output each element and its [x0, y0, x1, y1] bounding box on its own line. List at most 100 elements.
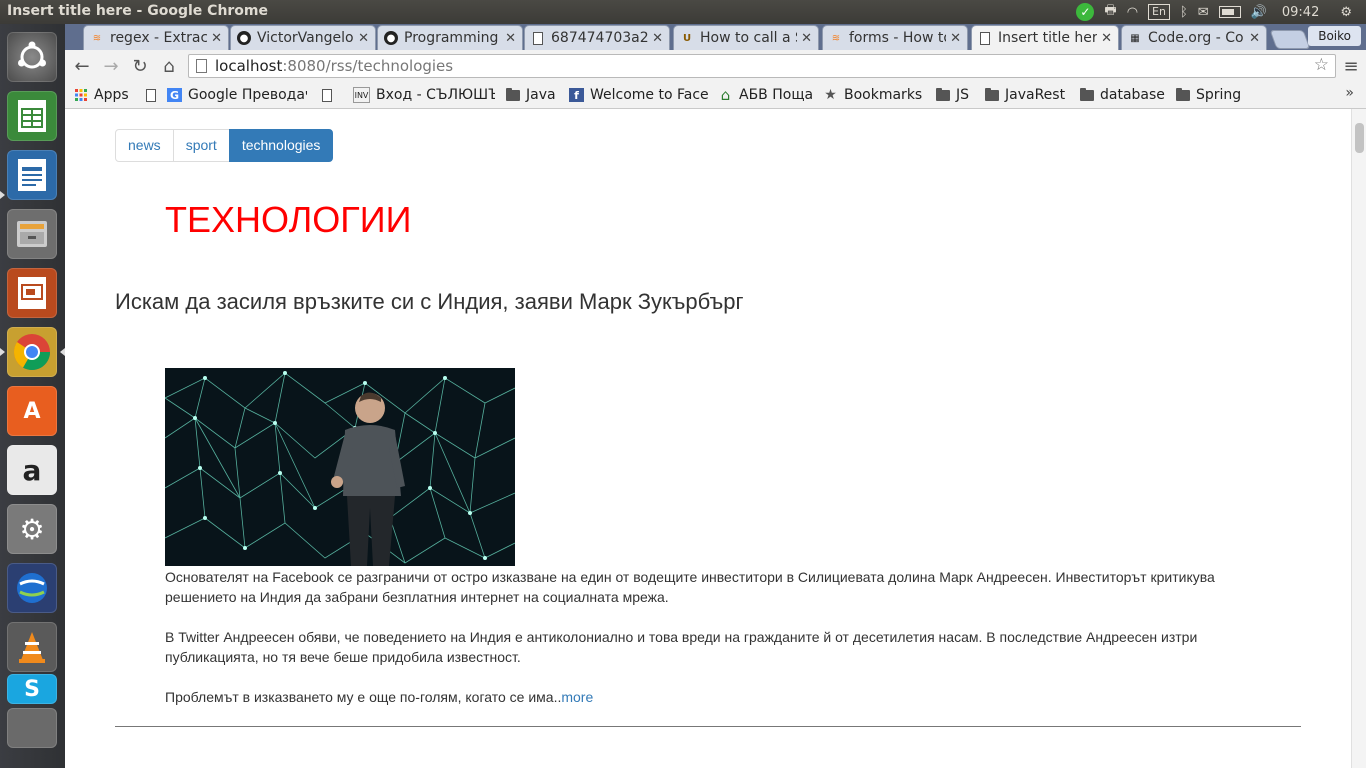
bluetooth-icon[interactable]: ᛒ — [1180, 5, 1188, 20]
printer-icon[interactable]: 🖶 — [1104, 1, 1116, 23]
close-tab-icon[interactable]: ✕ — [211, 31, 222, 46]
page-icon — [319, 88, 334, 102]
close-tab-icon[interactable]: ✕ — [358, 31, 369, 46]
volume-icon[interactable]: 🔊 — [1251, 5, 1267, 20]
system-top-panel: Insert title here - Google Chrome ✓ 🖶 ◠ … — [0, 0, 1366, 24]
power-gear-icon[interactable]: ⚙ — [1340, 5, 1352, 20]
bookmark-folder-java[interactable]: Java — [505, 85, 556, 105]
wifi-icon[interactable]: ◠ — [1127, 5, 1138, 20]
bookmark-label: database — [1100, 87, 1165, 103]
bookmark-page-2[interactable] — [319, 85, 340, 105]
url-text: localhost:8080/rss/technologies — [215, 57, 453, 75]
close-tab-icon[interactable]: ✕ — [1249, 31, 1260, 46]
tab-title: regex - Extract — [110, 30, 208, 46]
page-icon — [978, 31, 992, 45]
vlc-icon[interactable] — [7, 622, 57, 672]
writer-document-icon[interactable] — [7, 150, 57, 200]
sync-ok-icon[interactable]: ✓ — [1076, 3, 1095, 21]
tab-0[interactable]: ≋ regex - Extract ✕ — [83, 25, 229, 50]
bookmark-label: Java — [526, 87, 556, 103]
profile-button[interactable]: Boiko — [1308, 26, 1361, 46]
tab-title: How to call a S — [700, 30, 798, 46]
bookmark-facebook[interactable]: f Welcome to Facebook — [569, 85, 709, 105]
calc-spreadsheet-icon[interactable] — [7, 91, 57, 141]
bookmark-label: Вход - СЪЛЮШЪ — [376, 87, 495, 103]
keyboard-layout-indicator[interactable]: En — [1148, 4, 1170, 20]
scrollbar-thumb[interactable] — [1355, 123, 1364, 153]
chrome-browser-icon[interactable] — [7, 327, 57, 377]
nav-pill-news[interactable]: news — [115, 129, 174, 162]
stackoverflow-icon: ≋ — [831, 32, 841, 44]
tab-2[interactable]: ● Programming ✕ — [377, 25, 523, 50]
tab-3[interactable]: 687474703a2f ✕ — [524, 25, 670, 50]
close-tab-icon[interactable]: ✕ — [950, 31, 961, 46]
close-tab-icon[interactable]: ✕ — [1101, 31, 1112, 46]
chrome-menu-icon[interactable]: ≡ — [1341, 56, 1361, 77]
bookmark-folder-spring[interactable]: Spring — [1175, 85, 1241, 105]
tab-5[interactable]: ≋ forms - How to ✕ — [822, 25, 968, 50]
bookmark-folder-javarest[interactable]: JavaRest — [984, 85, 1065, 105]
tab-7[interactable]: ▦ Code.org - Co ✕ — [1121, 25, 1267, 50]
folder-icon — [984, 87, 999, 102]
bookmark-bookmarks[interactable]: ★ Bookmarks — [823, 85, 922, 105]
bookmark-google-translate[interactable]: G Google Преводач — [167, 85, 307, 105]
read-more-link[interactable]: more — [561, 689, 593, 705]
forward-arrow-icon[interactable]: → — [101, 56, 121, 77]
bookmark-abv-mail[interactable]: ⌂ АБВ Поща — [718, 85, 813, 105]
system-settings-icon[interactable]: ⚙ — [7, 504, 57, 554]
home-icon[interactable]: ⌂ — [159, 56, 179, 77]
github-icon: ● — [384, 31, 398, 45]
url-path: :8080/rss/technologies — [282, 57, 454, 75]
google-translate-icon: G — [167, 88, 182, 102]
new-tab-button[interactable] — [1269, 30, 1311, 49]
bookmark-folder-js[interactable]: JS — [935, 85, 969, 105]
bookmark-label: JS — [956, 87, 970, 103]
bookmarks-bar: Apps G Google Преводач INV Вход - СЪЛЮШЪ… — [65, 82, 1366, 109]
bookmark-label: Bookmarks — [844, 87, 923, 103]
tab-title: Insert title here — [998, 30, 1098, 46]
software-center-icon[interactable]: A — [7, 386, 57, 436]
article-paragraph-2: В Twitter Андреесен обяви, че поведениет… — [165, 629, 1198, 665]
dash-home-icon[interactable] — [7, 32, 57, 82]
back-arrow-icon[interactable]: ← — [72, 56, 92, 77]
apps-grid-icon — [73, 88, 88, 102]
bookmark-vhod[interactable]: INV Вход - СЪЛЮШЪ — [353, 85, 495, 105]
impress-presentation-icon[interactable] — [7, 268, 57, 318]
tab-1[interactable]: ● VictorVangelo ✕ — [230, 25, 376, 50]
stacked-launcher-icons[interactable] — [7, 708, 57, 748]
battery-icon[interactable] — [1218, 6, 1241, 18]
bookmark-folder-database[interactable]: database — [1079, 85, 1165, 105]
amazon-icon[interactable]: a — [7, 445, 57, 495]
tab-4[interactable]: U How to call a S ✕ — [673, 25, 819, 50]
page-info-icon[interactable] — [196, 59, 207, 73]
article-paragraph-3: Проблемът в изказването му е още по-голя… — [165, 687, 1245, 707]
bookmark-label: JavaRest — [1005, 87, 1066, 103]
tab-6-active[interactable]: Insert title here ✕ — [971, 25, 1119, 50]
article-image — [165, 368, 515, 566]
url-host: localhost — [215, 57, 283, 75]
page-scrollbar[interactable] — [1351, 109, 1366, 768]
files-drawer-icon[interactable] — [7, 209, 57, 259]
bookmark-star-icon[interactable]: ☆ — [1314, 55, 1329, 75]
bookmark-label: Apps — [94, 87, 129, 103]
github-icon: ● — [237, 31, 251, 45]
close-tab-icon[interactable]: ✕ — [505, 31, 516, 46]
nav-pill-sport[interactable]: sport — [172, 129, 230, 162]
google-earth-icon[interactable] — [7, 563, 57, 613]
reload-icon[interactable]: ↻ — [130, 56, 150, 77]
skype-icon[interactable]: S — [7, 674, 57, 704]
close-tab-icon[interactable]: ✕ — [652, 31, 663, 46]
clock[interactable]: 09:42 — [1282, 5, 1319, 20]
mail-icon[interactable]: ✉ — [1198, 5, 1209, 20]
tab-title: forms - How to — [849, 30, 947, 46]
nav-pill-technologies[interactable]: technologies — [228, 129, 334, 162]
running-indicator — [0, 348, 5, 356]
address-bar[interactable]: localhost:8080/rss/technologies ☆ — [188, 54, 1336, 78]
close-tab-icon[interactable]: ✕ — [801, 31, 812, 46]
running-indicator — [0, 191, 5, 199]
tab-title: Programming — [404, 30, 499, 46]
chevron-double-right-icon[interactable]: » — [1345, 85, 1354, 101]
bookmark-page-1[interactable] — [143, 85, 164, 105]
window-title: Insert title here - Google Chrome — [7, 3, 269, 19]
bookmark-apps[interactable]: Apps — [73, 85, 129, 105]
